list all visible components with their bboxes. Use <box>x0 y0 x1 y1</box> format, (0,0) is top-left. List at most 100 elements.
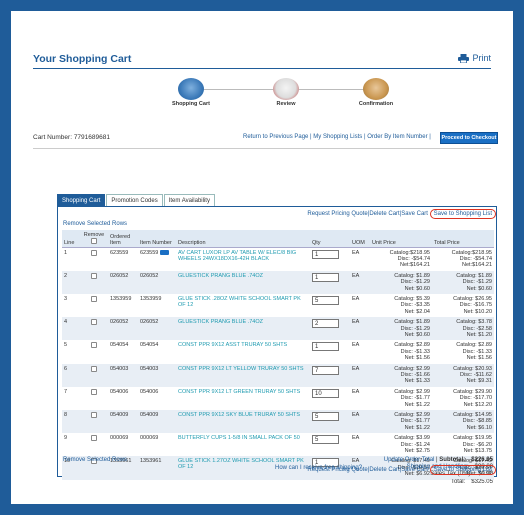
qty-input[interactable]: 1 <box>312 249 339 259</box>
unit-net: Net:$164.21 <box>400 262 430 269</box>
save-to-list-link[interactable]: Save to Shopping List <box>429 209 496 219</box>
cell-qty: 1 <box>310 247 350 271</box>
cell-total-price: Catalog:$218.95 Disc: -$54.74 Net:$164.21 <box>432 247 494 271</box>
step-label: Confirmation <box>358 101 394 107</box>
cell-uom: EA <box>350 317 370 341</box>
cell-item-number: 054009 <box>138 410 176 434</box>
update-order-total-link[interactable]: Update Order Total <box>384 457 435 463</box>
remove-selected-rows-bottom-link[interactable]: Remove Selected Rows <box>63 457 127 463</box>
table-row: 6 054003 054003 CONST PPR 9X12 LT YELLOW TR… <box>62 363 494 387</box>
item-description-link[interactable]: AV CART LUXOR LP AV TABLE W/ ELEC/8 BIG … <box>176 247 310 271</box>
qty-input[interactable]: 1 <box>312 272 339 282</box>
tab-shopping-cart[interactable]: Shopping Cart <box>57 194 106 206</box>
cell-total-price: Catalog: $14.95 Disc: -$8.85 Net: $6.10 <box>432 410 494 434</box>
cell-unit-price: Catalog: $2.89 Disc: -$1.33 Net: $1.56 <box>370 340 432 363</box>
cell-total-price: Catalog: $2.89 Disc: -$1.33 Net: $1.56 <box>432 340 494 363</box>
delete-cart-link[interactable]: Delete Cart <box>369 211 399 217</box>
item-description-link[interactable]: GLUESTICK PRANG BLUE .74OZ <box>176 317 310 341</box>
review-clipboard-icon <box>273 78 299 100</box>
select-all-checkbox[interactable] <box>91 237 97 244</box>
item-description-link[interactable]: GLUE STICK .28OZ WHITE SCHOOL SMART PK O… <box>176 294 310 317</box>
step-review: Review <box>256 78 316 107</box>
cell-total-price: Catalog: $19.95 Disc: -$6.20 Net: $13.75 <box>432 433 494 456</box>
table-row: 8 054009 054009 CONST PPR 9X12 SKY BLUE TRU… <box>62 410 494 434</box>
remove-row-checkbox[interactable] <box>91 272 97 279</box>
cell-uom: EA <box>352 435 360 442</box>
remove-row-checkbox[interactable] <box>91 435 97 442</box>
col-total-price: Total Price <box>432 230 494 248</box>
col-item-number: Item Number <box>138 230 176 248</box>
remove-row-checkbox[interactable] <box>91 365 97 372</box>
title-divider <box>33 68 491 69</box>
remove-row-checkbox[interactable] <box>91 388 97 395</box>
qty-input[interactable]: 2 <box>312 319 339 329</box>
remove-selected-rows-link[interactable]: Remove Selected Rows <box>63 221 127 227</box>
tab-item-availability[interactable]: Item Availability <box>163 194 215 206</box>
qty-input[interactable]: 10 <box>312 388 339 398</box>
table-row: 5 054054 054054 CONST PPR 9X12 ASST TRURAY … <box>62 340 494 363</box>
total-net: Net: $6.10 <box>466 424 492 431</box>
cell-uom: EA <box>352 295 360 302</box>
cell-qty: 1 <box>310 340 350 363</box>
request-quote-link[interactable]: Request Pricing Quote <box>307 467 367 473</box>
remove-row-checkbox[interactable] <box>91 319 97 326</box>
proceed-to-checkout-button[interactable]: Proceed to Checkout <box>440 132 498 144</box>
item-description-link[interactable]: CONST PPR 9X12 ASST TRURAY 50 SHTS <box>176 340 310 363</box>
remove-row-checkbox[interactable] <box>91 249 97 256</box>
tab-promotion-codes[interactable]: Promotion Codes <box>106 194 163 206</box>
return-link[interactable]: Return to Previous Page <box>243 134 308 140</box>
item-description-link[interactable]: CONST PPR 9X12 LT YELLOW TRURAY 50 SHTS <box>176 363 310 387</box>
item-description-link[interactable]: BUTTERFLY CUPS 1-5/8 IN SMALL PACK OF 50 <box>176 433 310 456</box>
step-shopping-cart: Shopping Cart <box>161 78 221 107</box>
cell-item-number: 054006 <box>138 387 176 410</box>
cell-line: 7 <box>64 388 68 395</box>
item-description-link[interactable]: GLUESTICK PRANG BLUE .74OZ <box>176 270 310 294</box>
save-cart-link[interactable]: Save Cart <box>401 211 428 217</box>
qty-input[interactable]: 5 <box>312 435 339 445</box>
table-row: 2 026052 026052 GLUESTICK PRANG BLUE .74OZ 1… <box>62 270 494 294</box>
table-row: 4 026052 026052 GLUESTICK PRANG BLUE .74OZ 2… <box>62 317 494 341</box>
col-qty: Qty <box>310 230 350 248</box>
cell-unit-price: Catalog: $5.39 Disc: -$3.35 Net: $2.04 <box>370 294 432 317</box>
item-description-link[interactable]: CONST PPR 9X12 SKY BLUE TRURAY 50 SHTS <box>176 410 310 434</box>
remove-row-checkbox[interactable] <box>91 295 97 302</box>
cell-uom: EA <box>350 270 370 294</box>
delete-cart-link[interactable]: Delete Cart <box>369 467 399 473</box>
shopping-cart-icon <box>178 78 204 100</box>
remove-row-checkbox[interactable] <box>91 342 97 349</box>
cell-ordered-item: 000069 <box>110 435 129 442</box>
total-net: Net: $1.20 <box>466 331 492 338</box>
print-link[interactable]: Print <box>458 53 491 63</box>
request-quote-link[interactable]: Request Pricing Quote <box>307 211 367 217</box>
total-net: Net: $9.31 <box>466 378 492 385</box>
total-net: Net:$164.21 <box>462 262 492 269</box>
remove-row-checkbox[interactable] <box>91 412 97 419</box>
cell-remove <box>80 294 108 317</box>
cell-item-number: 1353959 <box>138 294 176 317</box>
cell-total-price: Catalog: $20.93 Disc: -$11.62 Net: $9.31 <box>432 363 494 387</box>
save-to-list-link[interactable]: Save to Shopping List <box>429 465 496 475</box>
cell-line: 9 <box>64 435 68 442</box>
col-ordered-item: Ordered Item <box>108 230 138 248</box>
save-cart-link[interactable]: Save Cart <box>401 467 428 473</box>
table-row: 7 054006 054006 CONST PPR 9X12 LT GREEN TRU… <box>62 387 494 410</box>
cell-ordered-item: 623559 <box>110 249 129 256</box>
item-description-link[interactable]: CONST PPR 9X12 LT GREEN TRURAY 50 SHTS <box>176 387 310 410</box>
cell-uom: EA <box>352 342 360 349</box>
total-net: Net: $10.20 <box>463 308 492 315</box>
unit-net: Net: $1.22 <box>404 401 430 408</box>
cell-ordered-item: 1353959 <box>110 295 132 302</box>
total-value: $325.05 <box>471 478 493 483</box>
cell-item-number: 623559 <box>138 247 176 271</box>
order-by-item-link[interactable]: Order By Item Number <box>367 134 427 140</box>
qty-input[interactable]: 5 <box>312 295 339 305</box>
cell-total-price: Catalog: $1.89 Disc: -$1.29 Net: $0.60 <box>432 270 494 294</box>
qty-input[interactable]: 5 <box>312 412 339 422</box>
cell-total-price: Catalog: $26.95 Disc: -$16.75 Net: $10.20 <box>432 294 494 317</box>
col-description: Description <box>176 230 310 248</box>
cell-line: 3 <box>64 295 68 302</box>
qty-input[interactable]: 1 <box>312 342 339 352</box>
qty-input[interactable]: 7 <box>312 365 339 375</box>
cell-ordered-item: 054009 <box>108 410 138 434</box>
my-lists-link[interactable]: My Shopping Lists <box>313 134 362 140</box>
